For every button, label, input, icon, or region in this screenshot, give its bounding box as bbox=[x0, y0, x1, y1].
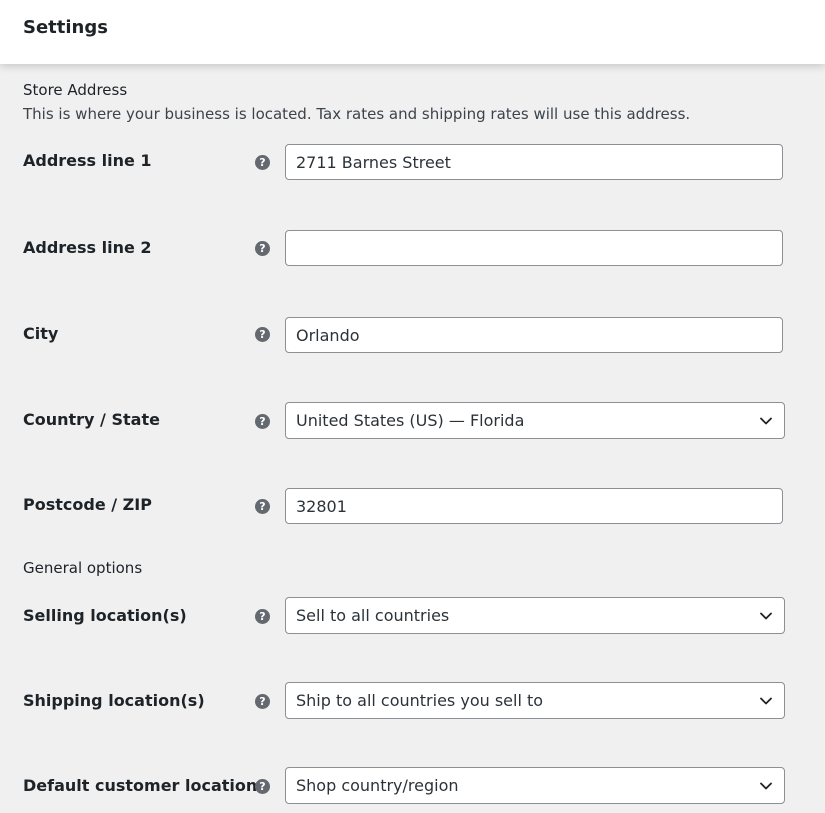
city-input[interactable] bbox=[285, 317, 783, 353]
default-customer-location-select[interactable]: Shop country/region bbox=[285, 767, 785, 804]
help-circle-icon[interactable]: ? bbox=[255, 327, 270, 342]
help-circle-icon[interactable]: ? bbox=[255, 241, 270, 256]
default-customer-location-selected-value: Shop country/region bbox=[296, 776, 459, 795]
default-customer-location-label: Default customer location bbox=[23, 776, 258, 795]
shipping-locations-select[interactable]: Ship to all countries you sell to bbox=[285, 682, 785, 719]
postcode-input[interactable] bbox=[285, 488, 783, 524]
shipping-locations-label: Shipping location(s) bbox=[23, 691, 205, 710]
help-circle-icon[interactable]: ? bbox=[255, 694, 270, 709]
address-line-1-label: Address line 1 bbox=[23, 151, 152, 170]
store-address-section-title: Store Address bbox=[23, 81, 128, 99]
selling-locations-selected-value: Sell to all countries bbox=[296, 606, 450, 625]
shipping-locations-selected-value: Ship to all countries you sell to bbox=[296, 691, 544, 710]
help-circle-icon[interactable]: ? bbox=[255, 499, 270, 514]
country-state-select[interactable]: United States (US) — Florida bbox=[285, 402, 785, 439]
chevron-down-icon bbox=[760, 782, 772, 790]
postcode-label: Postcode / ZIP bbox=[23, 495, 152, 514]
settings-header: Settings bbox=[0, 0, 825, 64]
help-circle-icon[interactable]: ? bbox=[255, 609, 270, 624]
country-state-label: Country / State bbox=[23, 410, 160, 429]
help-circle-icon[interactable]: ? bbox=[255, 155, 270, 170]
chevron-down-icon bbox=[760, 697, 772, 705]
address-line-2-input[interactable] bbox=[285, 230, 783, 266]
address-line-2-label: Address line 2 bbox=[23, 238, 152, 257]
chevron-down-icon bbox=[760, 417, 772, 425]
general-options-section-title: General options bbox=[23, 559, 143, 577]
help-circle-icon[interactable]: ? bbox=[255, 414, 270, 429]
address-line-1-input[interactable] bbox=[285, 144, 783, 180]
city-label: City bbox=[23, 324, 59, 343]
selling-locations-label: Selling location(s) bbox=[23, 606, 187, 625]
help-circle-icon[interactable]: ? bbox=[255, 779, 270, 794]
selling-locations-select[interactable]: Sell to all countries bbox=[285, 597, 785, 634]
store-address-description: This is where your business is located. … bbox=[23, 105, 691, 123]
country-state-selected-value: United States (US) — Florida bbox=[296, 411, 525, 430]
chevron-down-icon bbox=[760, 612, 772, 620]
page-title: Settings bbox=[23, 17, 108, 38]
